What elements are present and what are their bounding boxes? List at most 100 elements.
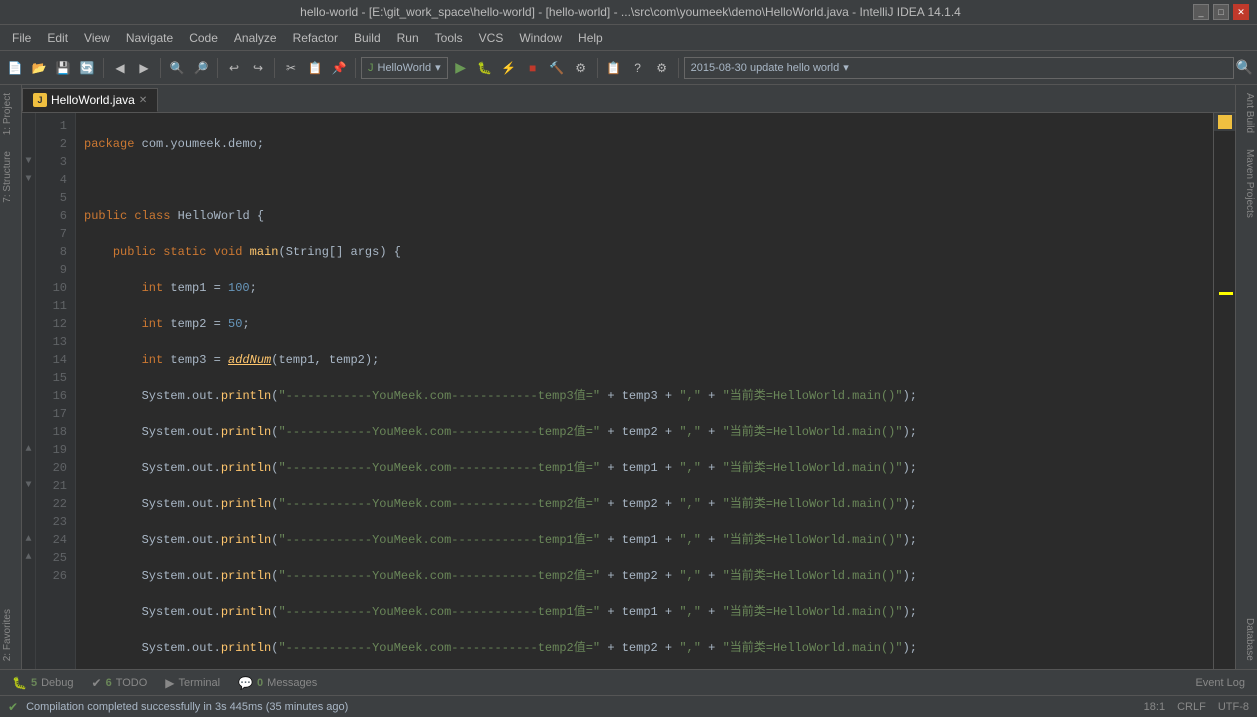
debug-label: Debug	[41, 677, 73, 689]
menu-build[interactable]: Build	[346, 29, 389, 47]
fold-row-6	[22, 207, 35, 225]
todo-label: TODO	[116, 677, 148, 689]
run-button[interactable]: ▶	[450, 57, 472, 79]
stop-button[interactable]: ■	[522, 57, 544, 79]
run-coverage-btn[interactable]: ⚡	[498, 57, 520, 79]
menu-run[interactable]: Run	[389, 29, 427, 47]
toolbar-forward-btn[interactable]: ▶	[133, 57, 155, 79]
toolbar-save-btn[interactable]: 💾	[52, 57, 74, 79]
fold-row-20	[22, 459, 35, 477]
maximize-button[interactable]: □	[1213, 4, 1229, 20]
build2-btn[interactable]: ⚙	[570, 57, 592, 79]
todo-tool-btn[interactable]: ✔ 6TODO	[84, 674, 156, 692]
toolbar-back-btn[interactable]: ◀	[109, 57, 131, 79]
code-line-13: System.out.println("------------YouMeek.…	[84, 567, 1205, 585]
sidebar-item-database[interactable]: Database	[1236, 610, 1257, 669]
status-success-icon: ✔	[8, 700, 18, 714]
menu-analyze[interactable]: Analyze	[226, 29, 285, 47]
fold-row-10	[22, 279, 35, 297]
toolbar-search2-btn[interactable]: 🔎	[190, 57, 212, 79]
window-controls[interactable]: _ □ ✕	[1193, 4, 1249, 20]
settings-btn[interactable]: ⚙	[651, 57, 673, 79]
line-num-16: 16	[40, 387, 67, 405]
line-ending[interactable]: CRLF	[1177, 701, 1206, 713]
menu-window[interactable]: Window	[511, 29, 570, 47]
sidebar-item-ant-build[interactable]: Ant Build	[1236, 85, 1257, 141]
toolbar-open-btn[interactable]: 📂	[28, 57, 50, 79]
menu-code[interactable]: Code	[181, 29, 226, 47]
line-num-13: 13	[40, 333, 67, 351]
fold-row-2	[22, 135, 35, 153]
fold-row-23	[22, 513, 35, 531]
editor-tab-helloworld[interactable]: J HelloWorld.java ✕	[22, 88, 158, 112]
toolbar-undo-btn[interactable]: ↩	[223, 57, 245, 79]
toolbar-paste-btn[interactable]: 📌	[328, 57, 350, 79]
fold-row-7	[22, 225, 35, 243]
vcs-message-display[interactable]: 2015-08-30 update hello world ▾	[684, 57, 1234, 79]
fold-row-24: ▲	[22, 531, 35, 549]
encoding[interactable]: UTF-8	[1218, 701, 1249, 713]
run-config-name: HelloWorld	[378, 62, 432, 74]
menu-refactor[interactable]: Refactor	[285, 29, 346, 47]
line-num-11: 11	[40, 297, 67, 315]
line-numbers: 1 2 3 4 5 6 7 8 9 10 11 12 13 14 15 16 1…	[36, 113, 76, 669]
right-error-stripe[interactable]	[1213, 113, 1235, 669]
toolbar-sync-btn[interactable]: 🔄	[76, 57, 98, 79]
event-log-btn[interactable]: Event Log	[1187, 675, 1253, 691]
sidebar-item-structure[interactable]: 7: Structure	[0, 143, 21, 211]
line-num-23: 23	[40, 513, 67, 531]
sidebar-item-project[interactable]: 1: Project	[0, 85, 21, 143]
code-editor[interactable]: ▼ ▼ ▲ ▼ ▲	[22, 113, 1235, 669]
toolbar-new-btn[interactable]: 📄	[4, 57, 26, 79]
menu-vcs[interactable]: VCS	[471, 29, 512, 47]
menu-bar: File Edit View Navigate Code Analyze Ref…	[0, 25, 1257, 51]
build-project-btn[interactable]: 🔨	[546, 57, 568, 79]
fold-row-12	[22, 315, 35, 333]
tasks-btn[interactable]: 📋	[603, 57, 625, 79]
messages-icon: 💬	[238, 676, 253, 690]
global-search-btn[interactable]: 🔍	[1236, 59, 1253, 76]
tab-close-btn[interactable]: ✕	[139, 95, 147, 106]
menu-help[interactable]: Help	[570, 29, 611, 47]
status-message: Compilation completed successfully in 3s…	[26, 701, 1136, 713]
toolbar-sep-1	[103, 58, 104, 78]
line-num-15: 15	[40, 369, 67, 387]
fold-row-9	[22, 261, 35, 279]
code-line-2	[84, 171, 1205, 189]
cursor-position[interactable]: 18:1	[1144, 701, 1165, 713]
menu-tools[interactable]: Tools	[427, 29, 471, 47]
sidebar-item-maven-projects[interactable]: Maven Projects	[1236, 141, 1257, 226]
terminal-label: Terminal	[179, 677, 221, 689]
code-line-9: System.out.println("------------YouMeek.…	[84, 423, 1205, 441]
debug-button[interactable]: 🐛	[474, 57, 496, 79]
code-line-1: package com.youmeek.demo;	[84, 135, 1205, 153]
terminal-icon: ▶	[165, 676, 174, 690]
menu-edit[interactable]: Edit	[39, 29, 76, 47]
line-num-19: 19	[40, 441, 67, 459]
menu-navigate[interactable]: Navigate	[118, 29, 181, 47]
toolbar-search1-btn[interactable]: 🔍	[166, 57, 188, 79]
help-btn[interactable]: ?	[627, 57, 649, 79]
menu-view[interactable]: View	[76, 29, 118, 47]
toolbar-copy-btn[interactable]: 📋	[304, 57, 326, 79]
line-num-6: 6	[40, 207, 67, 225]
sidebar-item-favorites[interactable]: 2: Favorites	[0, 601, 21, 669]
status-bar: ✔ Compilation completed successfully in …	[0, 695, 1257, 717]
code-content-area[interactable]: package com.youmeek.demo; public class H…	[76, 113, 1213, 669]
debug-tool-btn[interactable]: 🐛 5Debug	[4, 674, 82, 692]
messages-tool-btn[interactable]: 💬 0Messages	[230, 674, 325, 692]
toolbar-redo-btn[interactable]: ↪	[247, 57, 269, 79]
line-num-26: 26	[40, 567, 67, 585]
status-right-info: 18:1 CRLF UTF-8	[1144, 701, 1249, 713]
run-config-selector[interactable]: J HelloWorld ▾	[361, 57, 448, 79]
run-config-dropdown-icon: ▾	[435, 61, 441, 74]
tab-filename: HelloWorld.java	[51, 93, 135, 107]
bottom-toolbar: 🐛 5Debug ✔ 6TODO ▶ Terminal 💬 0Messages …	[0, 669, 1257, 695]
toolbar-cut-btn[interactable]: ✂	[280, 57, 302, 79]
terminal-tool-btn[interactable]: ▶ Terminal	[157, 674, 228, 692]
close-button[interactable]: ✕	[1233, 4, 1249, 20]
vcs-message-text: 2015-08-30 update hello world	[691, 62, 840, 74]
menu-file[interactable]: File	[4, 29, 39, 47]
minimize-button[interactable]: _	[1193, 4, 1209, 20]
line-num-18: 18	[40, 423, 67, 441]
